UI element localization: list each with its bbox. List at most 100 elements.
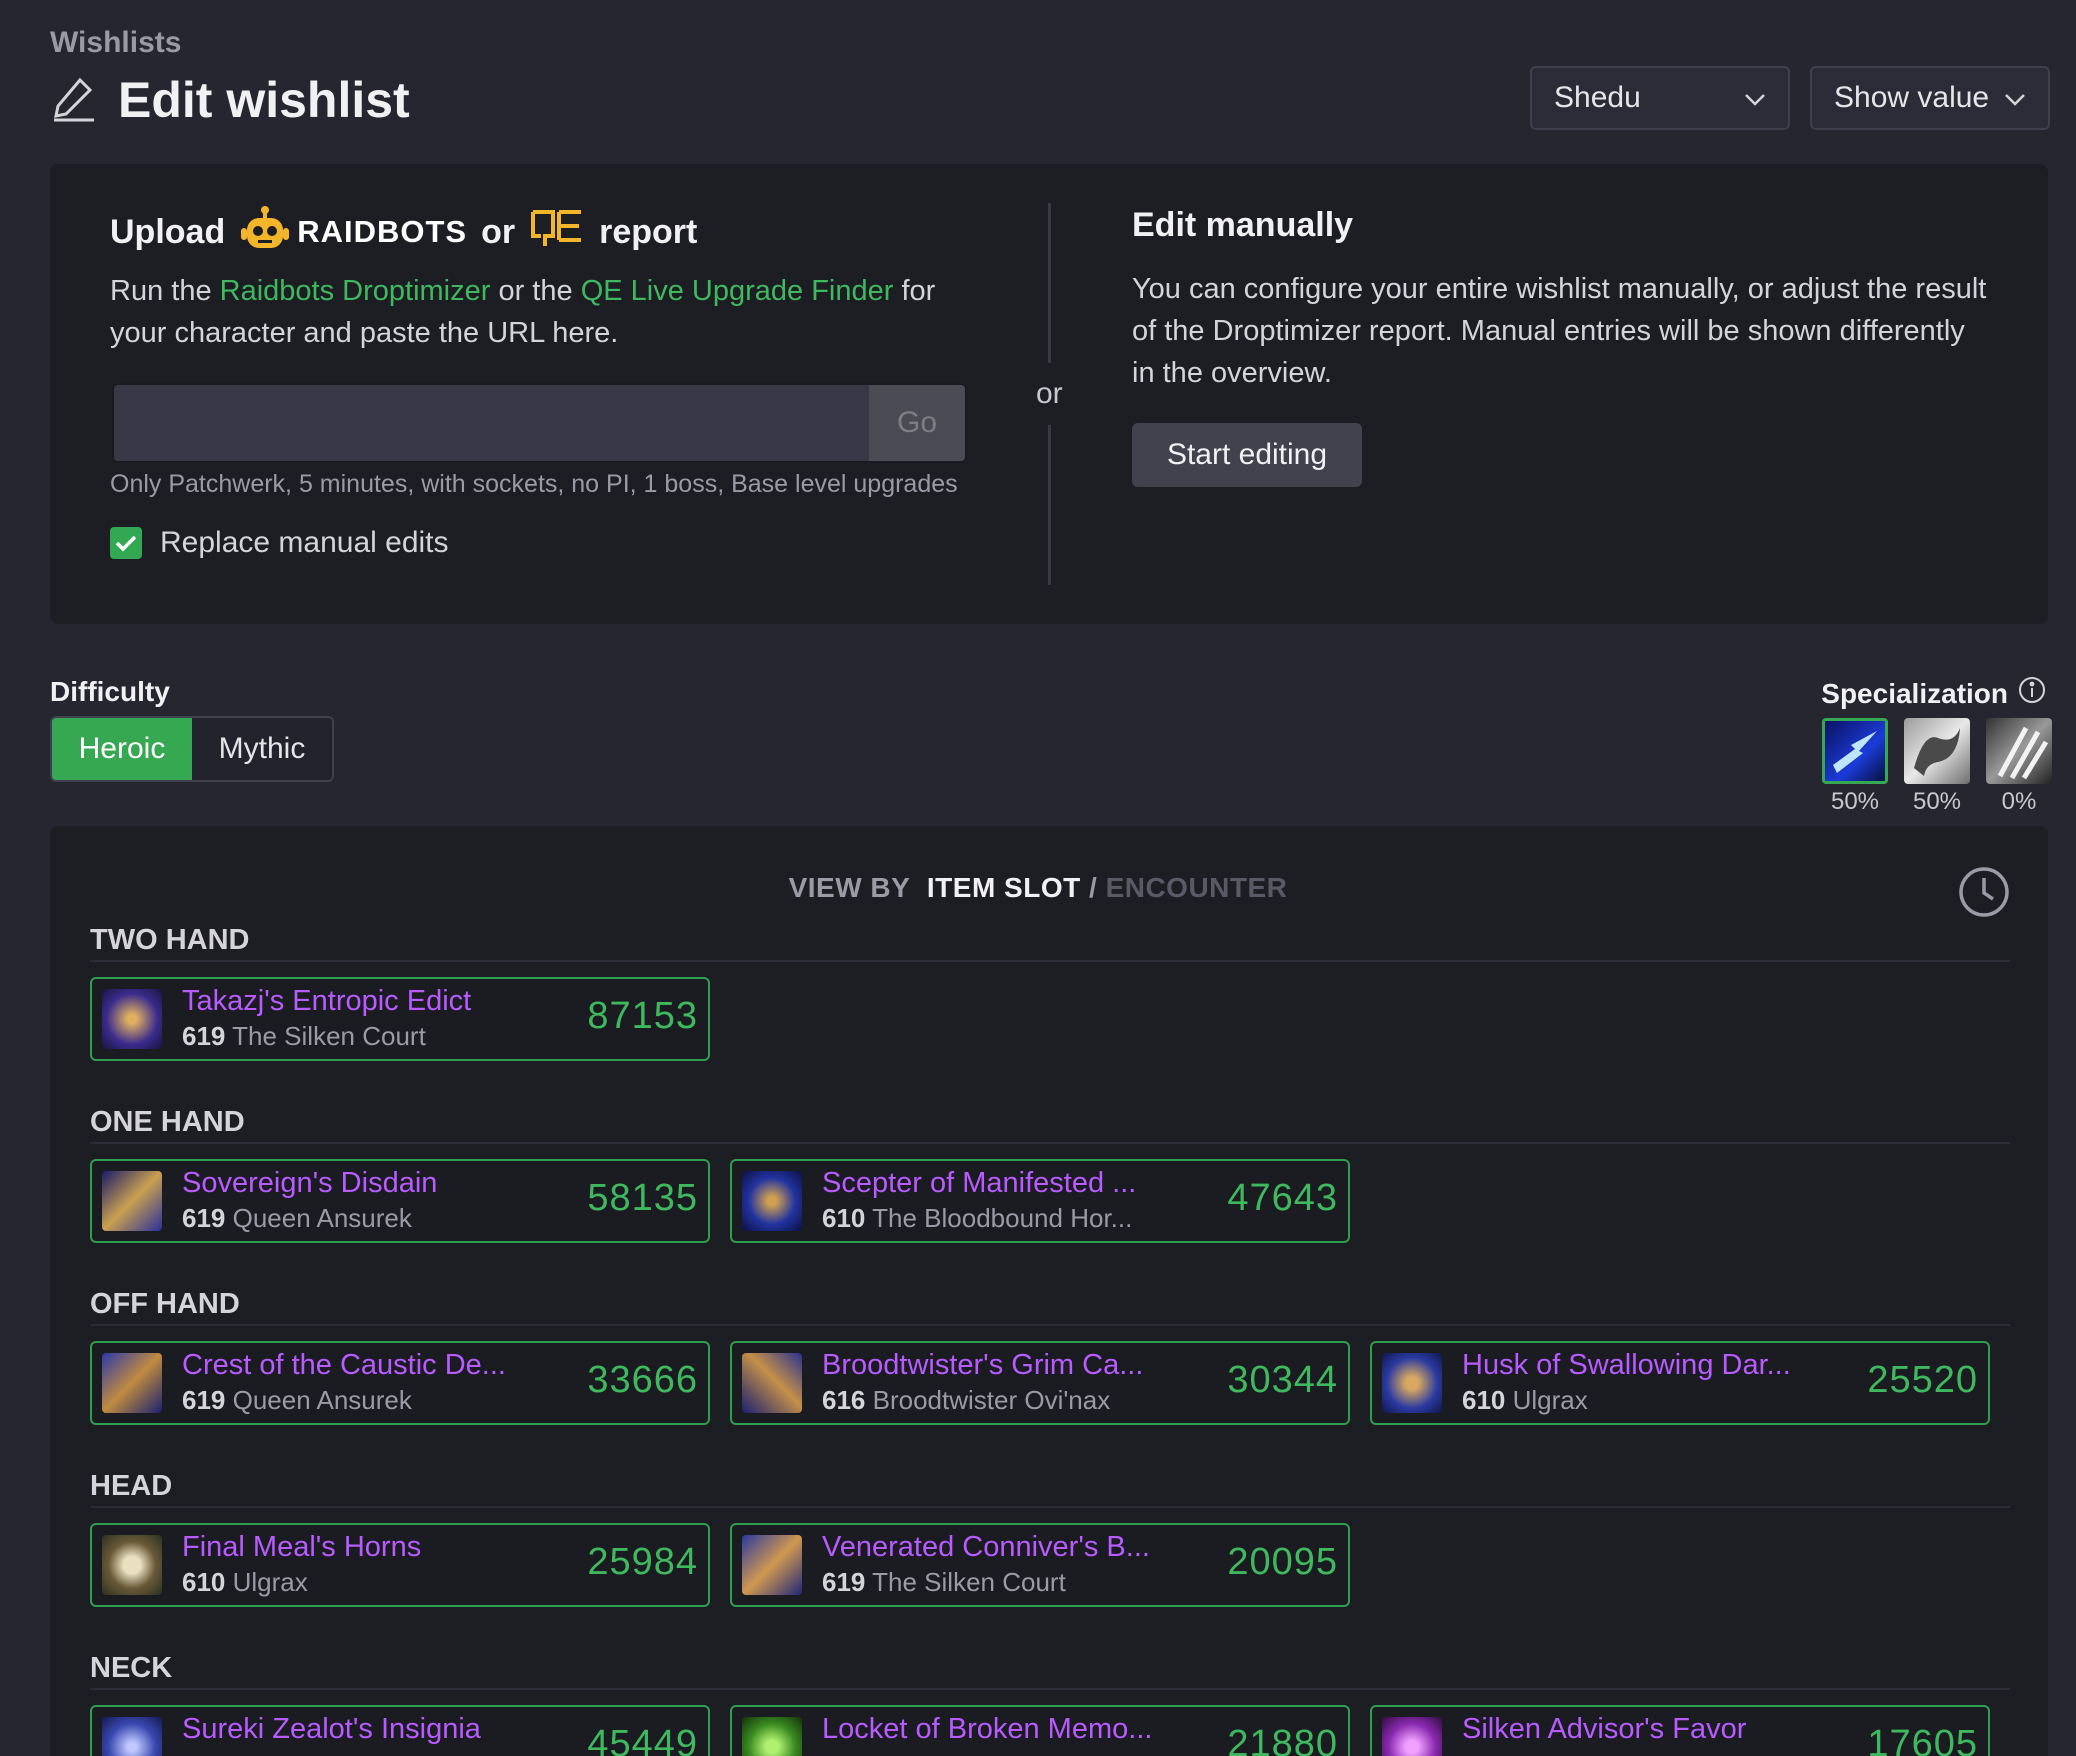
item-card[interactable]: Locket of Broken Memo... 21880	[730, 1705, 1350, 1756]
raidbots-wordmark: RAIDBOTS	[297, 214, 468, 249]
item-icon	[742, 1353, 802, 1413]
history-clock-icon[interactable]	[1958, 866, 2010, 923]
item-value: 58135	[587, 1177, 698, 1219]
item-ilvl: 616	[822, 1385, 866, 1415]
section-divider	[90, 1688, 2010, 1690]
section-heading: TWO HAND	[90, 924, 250, 956]
url-input-group: Go	[112, 383, 967, 463]
difficulty-heroic-button[interactable]: Heroic	[52, 718, 192, 780]
item-source: 619 The Silken Court	[182, 1021, 426, 1052]
upload-hint: Only Patchwerk, 5 minutes, with sockets,…	[110, 470, 958, 498]
upload-description: Run the Raidbots Droptimizer or the QE L…	[110, 270, 970, 354]
upload-desc-run: Run the	[110, 275, 212, 307]
section-heading: ONE HAND	[90, 1106, 245, 1138]
item-boss: The Silken Court	[872, 1567, 1066, 1597]
difficulty-mythic-button[interactable]: Mythic	[192, 718, 332, 780]
item-icon	[102, 989, 162, 1049]
item-boss: Queen Ansurek	[232, 1385, 412, 1415]
item-boss: Ulgrax	[232, 1567, 308, 1597]
item-name: Venerated Conniver's B...	[822, 1531, 1150, 1563]
item-value: 33666	[587, 1359, 698, 1401]
breadcrumb[interactable]: Wishlists	[50, 26, 181, 60]
item-card[interactable]: Final Meal's Horns 610 Ulgrax 25984	[90, 1523, 710, 1607]
item-ilvl: 619	[182, 1021, 226, 1051]
item-name: Broodtwister's Grim Ca...	[822, 1349, 1144, 1381]
info-icon[interactable]	[2018, 676, 2046, 711]
item-name: Silken Advisor's Favor	[1462, 1713, 1747, 1745]
chevron-down-icon	[1744, 81, 1766, 115]
item-card[interactable]: Crest of the Caustic De... 619 Queen Ans…	[90, 1341, 710, 1425]
page-title: Edit wishlist	[50, 72, 410, 128]
raidbots-robot-icon	[239, 204, 291, 261]
item-value: 87153	[587, 995, 698, 1037]
item-icon	[742, 1535, 802, 1595]
replace-manual-edits-label: Replace manual edits	[160, 526, 449, 559]
item-ilvl: 610	[1462, 1385, 1506, 1415]
claw-spec-icon[interactable]	[1986, 718, 2052, 784]
upload-heading-report: report	[599, 212, 698, 251]
replace-manual-edits-row[interactable]: Replace manual edits	[110, 526, 449, 560]
item-source: 619 Queen Ansurek	[182, 1385, 412, 1416]
elemental-spec-icon[interactable]	[1904, 718, 1970, 784]
item-source: 610 Ulgrax	[1462, 1385, 1588, 1416]
item-value: 30344	[1227, 1359, 1338, 1401]
section-divider	[90, 1324, 2010, 1326]
item-name: Crest of the Caustic De...	[182, 1349, 506, 1381]
upload-heading-or: or	[481, 212, 516, 251]
specialization-label: Specialization	[1821, 676, 2046, 711]
item-card[interactable]: Broodtwister's Grim Ca... 616 Broodtwist…	[730, 1341, 1350, 1425]
section-divider	[90, 1142, 2010, 1144]
item-source: 619 Queen Ansurek	[182, 1203, 412, 1234]
item-value: 45449	[587, 1723, 698, 1756]
upload-heading: Upload RAIDBOTS or report	[110, 204, 698, 261]
item-card[interactable]: Sovereign's Disdain 619 Queen Ansurek 58…	[90, 1159, 710, 1243]
item-icon	[742, 1171, 802, 1231]
upload-desc-or: or the	[498, 275, 573, 307]
item-icon	[102, 1171, 162, 1231]
go-button[interactable]: Go	[869, 385, 965, 461]
spec-percent: 50%	[1912, 788, 1962, 815]
item-card[interactable]: Takazj's Entropic Edict 619 The Silken C…	[90, 977, 710, 1061]
item-icon	[1382, 1353, 1442, 1413]
item-value: 20095	[1227, 1541, 1338, 1583]
item-ilvl: 619	[182, 1203, 226, 1233]
section-heading: OFF HAND	[90, 1288, 240, 1320]
view-by-item-slot[interactable]: ITEM SLOT	[927, 872, 1081, 903]
item-boss: The Bloodbound Hor...	[872, 1203, 1133, 1233]
difficulty-toggle: Heroic Mythic	[50, 716, 334, 782]
item-ilvl: 619	[182, 1385, 226, 1415]
spec-percent: 50%	[1830, 788, 1880, 815]
start-editing-button[interactable]: Start editing	[1132, 423, 1362, 487]
display-select[interactable]: Show value	[1810, 66, 2050, 130]
item-name: Sureki Zealot's Insignia	[182, 1713, 481, 1745]
display-select-value: Show value	[1834, 81, 1990, 114]
item-card[interactable]: Venerated Conniver's B... 619 The Silken…	[730, 1523, 1350, 1607]
qe-upgrade-finder-link[interactable]: QE Live Upgrade Finder	[581, 275, 894, 307]
item-boss: Queen Ansurek	[232, 1203, 412, 1233]
report-url-input[interactable]	[114, 385, 869, 461]
item-name: Husk of Swallowing Dar...	[1462, 1349, 1791, 1381]
item-card[interactable]: Silken Advisor's Favor 17605	[1370, 1705, 1990, 1756]
edit-pencil-icon	[50, 74, 98, 127]
divider-or-text: or	[1036, 377, 1063, 410]
item-card[interactable]: Sureki Zealot's Insignia 45449	[90, 1705, 710, 1756]
lightning-spec-icon[interactable]	[1822, 718, 1888, 784]
specialization-label-text: Specialization	[1821, 677, 2008, 709]
item-source: 610 The Bloodbound Hor...	[822, 1203, 1132, 1234]
item-card[interactable]: Husk of Swallowing Dar... 610 Ulgrax 255…	[1370, 1341, 1990, 1425]
replace-manual-edits-checkbox[interactable]	[110, 527, 142, 559]
item-value: 25520	[1867, 1359, 1978, 1401]
item-name: Final Meal's Horns	[182, 1531, 422, 1563]
item-name: Locket of Broken Memo...	[822, 1713, 1153, 1745]
raidbots-droptimizer-link[interactable]: Raidbots Droptimizer	[220, 275, 491, 307]
item-name: Sovereign's Disdain	[182, 1167, 438, 1199]
edit-manually-heading: Edit manually	[1132, 206, 1354, 244]
character-select[interactable]: Shedu	[1530, 66, 1790, 130]
item-icon	[742, 1717, 802, 1756]
item-card[interactable]: Scepter of Manifested ... 610 The Bloodb…	[730, 1159, 1350, 1243]
difficulty-label: Difficulty	[50, 676, 170, 707]
item-value: 47643	[1227, 1177, 1338, 1219]
view-by-encounter[interactable]: ENCOUNTER	[1106, 872, 1288, 903]
item-ilvl: 619	[822, 1567, 866, 1597]
view-by-label: VIEW BY	[788, 872, 911, 903]
